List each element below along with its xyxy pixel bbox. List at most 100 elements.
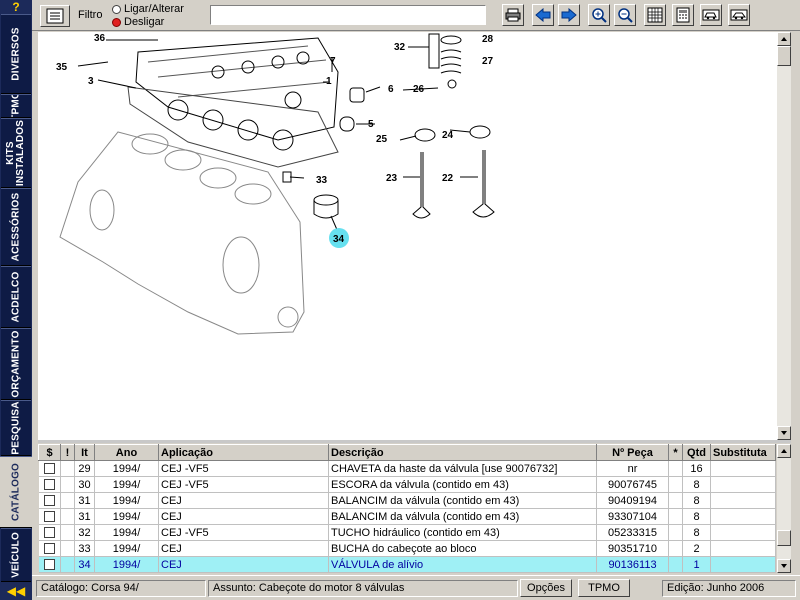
row-application: CEJ -VF5 (158, 460, 329, 477)
vehicle-button[interactable] (700, 4, 722, 26)
callout-33[interactable]: 33 (316, 175, 328, 186)
table-row-selected[interactable]: 34 1994/ CEJ VÁLVULA de alívio 90136113 … (38, 556, 776, 573)
callout-7[interactable]: 7 (330, 56, 336, 67)
table-row[interactable]: 29 1994/ CEJ -VF5 CHAVETA da haste da vá… (38, 460, 776, 477)
callout-35[interactable]: 35 (56, 62, 68, 73)
car-side-icon (730, 9, 748, 21)
row-qty: 2 (682, 540, 711, 557)
sidebar-tab-acdelco[interactable]: ACDELCO (1, 266, 31, 328)
filter-label: Filtro (78, 9, 103, 21)
checkbox-icon[interactable] (43, 495, 55, 507)
filter-input[interactable] (210, 5, 486, 25)
next-button[interactable] (558, 4, 580, 26)
row-application: CEJ (158, 508, 329, 525)
col-header-qty[interactable]: Qtd (682, 444, 711, 461)
callout-28[interactable]: 28 (482, 34, 494, 45)
table-row[interactable]: 31 1994/ CEJ BALANCIM da válvula (contid… (38, 508, 776, 525)
calculator-button[interactable] (672, 4, 694, 26)
table-row[interactable]: 30 1994/ CEJ -VF5 ESCORA da válvula (con… (38, 476, 776, 493)
col-header-description[interactable]: Descrição (328, 444, 597, 461)
sidebar-tab-pesquisa[interactable]: PESQUISA (1, 400, 31, 456)
row-qty: 8 (682, 492, 711, 509)
callout-36[interactable]: 36 (94, 33, 106, 44)
col-header-item[interactable]: It (74, 444, 95, 461)
row-flag (60, 476, 75, 493)
grid-view-button[interactable] (644, 4, 666, 26)
checkbox-icon[interactable] (43, 511, 55, 523)
scrollbar-thumb[interactable] (777, 530, 791, 546)
exploded-view-drawing: 36 35 3 7 1 32 28 27 6 26 5 25 24 33 23 … (56, 33, 495, 335)
row-checkbox[interactable] (38, 556, 61, 573)
col-header-star[interactable]: * (668, 444, 683, 461)
sidebar-tab-tpmo[interactable]: TPMO (1, 94, 31, 118)
callout-34[interactable]: 34 (333, 234, 345, 245)
scroll-up-icon[interactable] (777, 32, 791, 46)
col-header-part-no[interactable]: Nº Peça (596, 444, 669, 461)
checkbox-icon[interactable] (43, 543, 55, 555)
callout-3[interactable]: 3 (88, 76, 94, 87)
row-description: TUCHO hidráulico (contido em 43) (328, 524, 597, 541)
options-button[interactable]: Opções (520, 579, 572, 597)
row-checkbox[interactable] (38, 524, 61, 541)
callout-22[interactable]: 22 (442, 173, 454, 184)
zoom-in-icon (592, 8, 607, 23)
help-button[interactable]: ? (0, 0, 32, 14)
scroll-down-icon[interactable] (777, 559, 791, 573)
callout-24[interactable]: 24 (442, 130, 454, 141)
col-header-year[interactable]: Ano (94, 444, 159, 461)
callout-27[interactable]: 27 (482, 56, 494, 67)
sidebar-tab-diversos[interactable]: DIVERSOS (1, 14, 31, 94)
table-row[interactable]: 31 1994/ CEJ BALANCIM da válvula (contid… (38, 492, 776, 509)
sidebar-tab-catalogo[interactable]: CATÁLOGO (0, 456, 32, 528)
row-year: 1994/ (94, 524, 159, 541)
previous-button[interactable] (532, 4, 554, 26)
callout-5[interactable]: 5 (368, 119, 374, 130)
checkbox-icon[interactable] (43, 479, 55, 491)
row-checkbox[interactable] (38, 492, 61, 509)
row-checkbox[interactable] (38, 540, 61, 557)
col-header-application[interactable]: Aplicação (158, 444, 329, 461)
callout-23[interactable]: 23 (386, 173, 398, 184)
table-scrollbar[interactable] (777, 444, 791, 573)
zoom-out-button[interactable] (614, 4, 636, 26)
row-application: CEJ (158, 540, 329, 557)
checkbox-icon[interactable] (43, 527, 55, 539)
scrollbar-thumb[interactable] (777, 46, 791, 66)
sidebar-tab-veiculo[interactable]: VEÍCULO (1, 528, 31, 582)
checkbox-icon[interactable] (43, 559, 55, 571)
diagram-scrollbar[interactable] (777, 32, 791, 440)
col-header-flag[interactable]: ! (60, 444, 75, 461)
callout-1[interactable]: 1 (326, 76, 332, 87)
callout-32[interactable]: 32 (394, 42, 406, 53)
checkbox-icon[interactable] (43, 463, 55, 475)
col-header-price[interactable]: $ (38, 444, 61, 461)
callout-26[interactable]: 26 (413, 84, 425, 95)
zoom-in-button[interactable] (588, 4, 610, 26)
col-header-substitute[interactable]: Substituta (710, 444, 776, 461)
filter-toggle-button[interactable] (40, 5, 70, 27)
callout-6[interactable]: 6 (388, 84, 394, 95)
arrow-right-icon (561, 8, 577, 22)
radio-filter-on[interactable]: Ligar/Alterar (112, 3, 184, 15)
row-checkbox[interactable] (38, 508, 61, 525)
sidebar-tab-acessorios[interactable]: ACESSÓRIOS (1, 188, 31, 266)
row-application: CEJ (158, 556, 329, 573)
splitter[interactable] (38, 440, 791, 443)
tpmo-button[interactable]: TPMO (578, 579, 630, 597)
table-row[interactable]: 33 1994/ CEJ BUCHA do cabeçote ao bloco … (38, 540, 776, 557)
row-description: BALANCIM da válvula (contido em 43) (328, 508, 597, 525)
row-checkbox[interactable] (38, 476, 61, 493)
radio-filter-off[interactable]: Desligar (112, 16, 164, 28)
status-bar: Catálogo: Corsa 94/ Assunto: Cabeçote do… (32, 575, 800, 600)
vehicle-alt-button[interactable] (728, 4, 750, 26)
row-checkbox[interactable] (38, 460, 61, 477)
table-row[interactable]: 32 1994/ CEJ -VF5 TUCHO hidráulico (cont… (38, 524, 776, 541)
print-button[interactable] (502, 4, 524, 26)
scroll-up-icon[interactable] (777, 444, 791, 458)
sidebar-tab-orcamento[interactable]: ORÇAMENTO (1, 328, 31, 400)
row-item: 31 (74, 508, 95, 525)
sidebar-tab-kits[interactable]: KITS INSTALADOS (1, 118, 31, 188)
collapse-sidebar-button[interactable]: ◀◀ (0, 582, 32, 600)
scroll-down-icon[interactable] (777, 426, 791, 440)
callout-25[interactable]: 25 (376, 134, 388, 145)
